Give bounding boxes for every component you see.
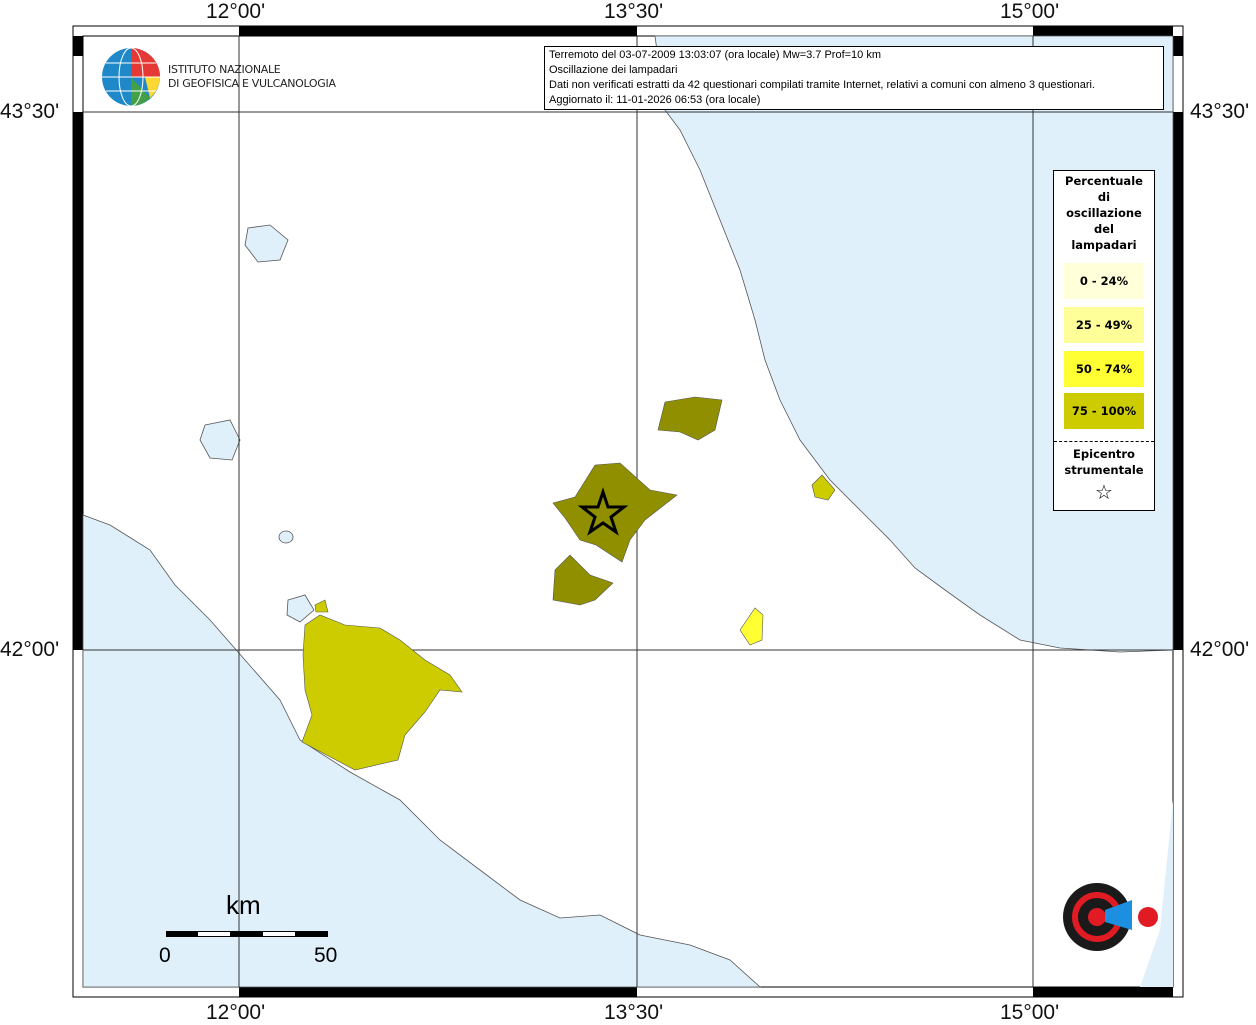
lat-label-right-42: 42°00' <box>1190 638 1250 661</box>
lat-label-right-43-30: 43°30' <box>1190 100 1250 123</box>
logo-line2: DI GEOFISICA E VULCANOLOGIA <box>168 77 336 90</box>
legend-class-75-100: 75 - 100% <box>1064 393 1144 429</box>
map-subject: Oscillazione dei lampadari <box>549 64 678 76</box>
ingv-logo: ISTITUTO NAZIONALE DI GEOFISICA E VULCANO… <box>100 46 336 108</box>
data-note: Dati non verificati estratti da 42 quest… <box>549 79 1095 91</box>
lat-label-left-43-30: 43°30' <box>0 100 60 123</box>
legend-divider <box>1054 441 1154 442</box>
scale-max: 50 <box>314 944 338 967</box>
legend-title: Percentuale di oscillazione del lampadar… <box>1065 174 1143 252</box>
legend-class-0-24: 0 - 24% <box>1064 263 1144 299</box>
lat-label-left-42: 42°00' <box>0 638 60 661</box>
lon-label-top-13-30: 13°30' <box>604 0 664 23</box>
lon-label-top-12: 12°00' <box>206 0 266 23</box>
scale-min: 0 <box>159 944 171 967</box>
lon-label-top-15: 15°00' <box>1000 0 1060 23</box>
legend-epicenter-label: Epicentro strumentale <box>1064 447 1144 477</box>
legend: Percentuale di oscillazione del lampadar… <box>1053 170 1155 511</box>
star-icon: ☆ <box>1095 480 1113 504</box>
scale-unit: km <box>226 890 261 920</box>
event-title: Terremoto del 03-07-2009 13:03:07 (ora l… <box>549 49 882 61</box>
lon-label-bottom-12: 12°00' <box>206 1001 266 1024</box>
updated-time: Aggiornato il: 11-01-2026 06:53 (ora loc… <box>549 94 761 106</box>
lon-label-bottom-13-30: 13°30' <box>604 1001 664 1024</box>
map[interactable] <box>0 0 1256 1024</box>
logo-line1: ISTITUTO NAZIONALE <box>168 63 281 76</box>
scale-bar <box>166 931 328 937</box>
globe-icon <box>102 47 160 107</box>
legend-class-25-49: 25 - 49% <box>1064 307 1144 343</box>
info-box: Terremoto del 03-07-2009 13:03:07 (ora l… <box>544 46 1164 110</box>
lon-label-bottom-15: 15°00' <box>1000 1001 1060 1024</box>
legend-class-50-74: 50 - 74% <box>1064 351 1144 387</box>
